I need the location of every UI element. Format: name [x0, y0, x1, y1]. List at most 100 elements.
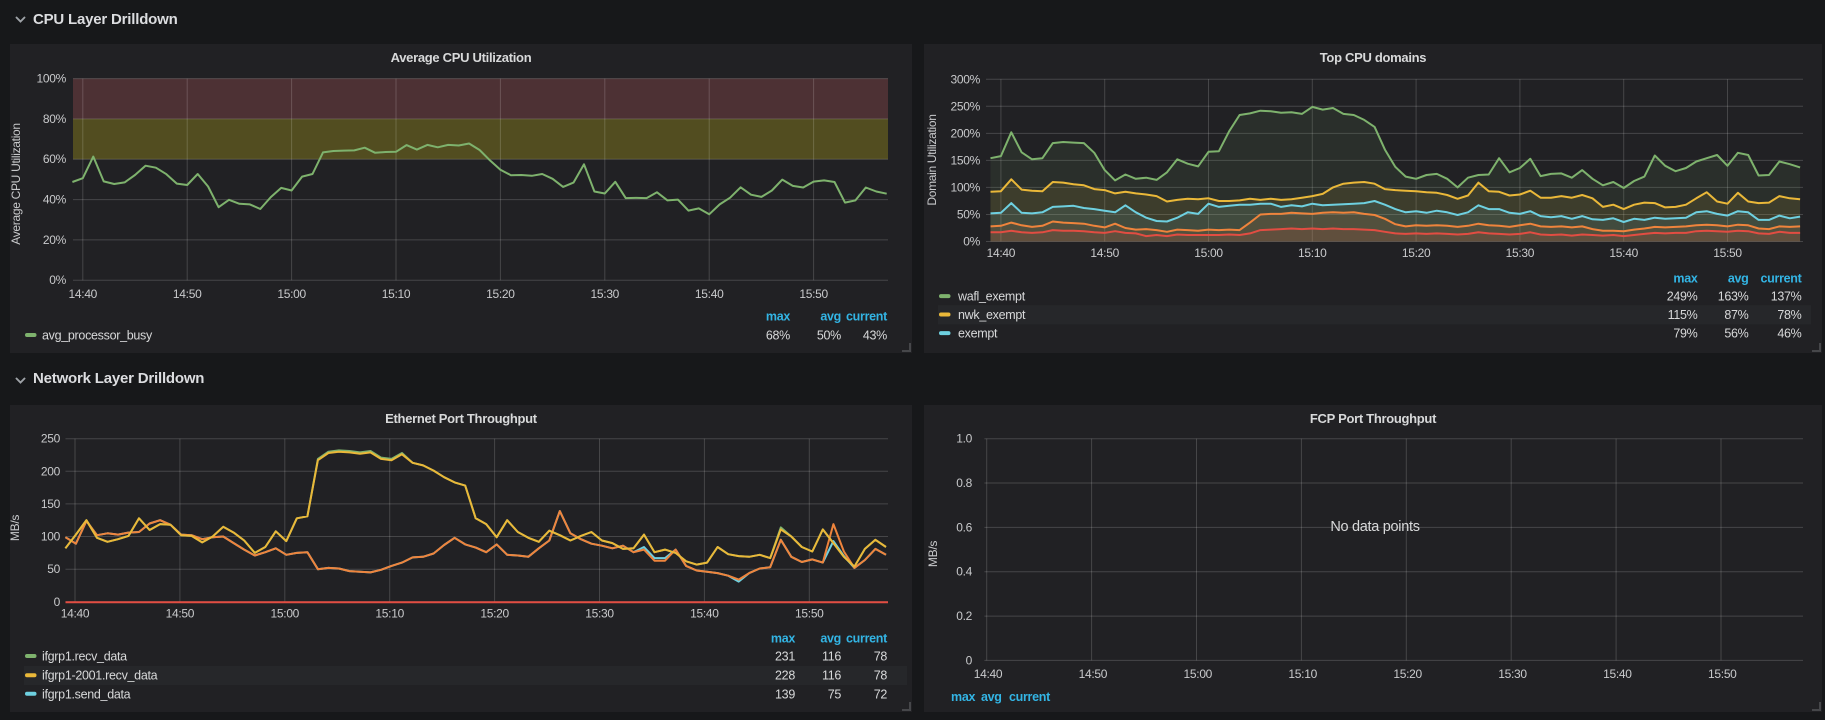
svg-text:163%: 163%	[1718, 290, 1749, 304]
svg-text:115%: 115%	[1668, 308, 1698, 322]
svg-text:75: 75	[828, 687, 842, 701]
svg-text:max: max	[766, 310, 790, 324]
svg-text:87%: 87%	[1724, 308, 1748, 322]
svg-text:200%: 200%	[951, 126, 981, 140]
svg-text:avg_processor_busy: avg_processor_busy	[42, 329, 153, 343]
svg-text:15:40: 15:40	[1603, 667, 1632, 681]
svg-text:116: 116	[822, 669, 841, 683]
svg-text:150: 150	[41, 497, 61, 511]
svg-text:avg: avg	[820, 310, 841, 324]
svg-text:15:00: 15:00	[1194, 246, 1223, 260]
svg-text:exempt: exempt	[958, 327, 998, 341]
svg-text:15:30: 15:30	[1498, 667, 1527, 681]
svg-text:250: 250	[41, 432, 61, 446]
svg-text:15:50: 15:50	[1708, 667, 1737, 681]
svg-text:No data points: No data points	[1330, 519, 1419, 535]
svg-text:139: 139	[775, 687, 795, 701]
svg-text:15:30: 15:30	[585, 607, 614, 621]
svg-text:79%: 79%	[1673, 327, 1697, 341]
svg-text:50: 50	[47, 562, 60, 576]
svg-text:228: 228	[775, 669, 795, 683]
svg-text:60%: 60%	[43, 152, 67, 166]
svg-text:max: max	[951, 690, 975, 704]
svg-text:72: 72	[874, 687, 888, 701]
svg-text:40%: 40%	[43, 193, 67, 207]
svg-text:avg: avg	[981, 690, 1002, 704]
svg-text:231: 231	[775, 650, 795, 664]
svg-text:15:10: 15:10	[382, 287, 411, 301]
svg-text:wafl_exempt: wafl_exempt	[957, 290, 1026, 304]
svg-text:15:00: 15:00	[1184, 667, 1213, 681]
svg-text:current: current	[846, 632, 888, 646]
svg-text:15:40: 15:40	[690, 607, 719, 621]
svg-text:56%: 56%	[1724, 327, 1748, 341]
svg-text:15:20: 15:20	[1393, 667, 1422, 681]
svg-text:116: 116	[822, 650, 841, 664]
svg-text:0.8: 0.8	[956, 476, 972, 490]
svg-text:0%: 0%	[49, 273, 66, 287]
svg-text:avg: avg	[820, 632, 841, 646]
svg-text:68%: 68%	[766, 329, 790, 343]
svg-text:15:30: 15:30	[1506, 246, 1535, 260]
svg-text:14:50: 14:50	[1090, 246, 1119, 260]
svg-text:15:00: 15:00	[277, 287, 306, 301]
svg-text:300%: 300%	[951, 72, 981, 86]
svg-text:80%: 80%	[43, 112, 67, 126]
svg-text:0.2: 0.2	[956, 609, 972, 623]
svg-text:43%: 43%	[863, 329, 887, 343]
svg-text:0: 0	[54, 595, 61, 609]
svg-text:15:30: 15:30	[591, 287, 620, 301]
svg-text:15:50: 15:50	[799, 287, 828, 301]
svg-text:78: 78	[874, 669, 888, 683]
svg-text:78%: 78%	[1777, 308, 1801, 322]
svg-text:100%: 100%	[951, 180, 981, 194]
svg-text:MB/s: MB/s	[926, 541, 940, 567]
svg-text:0.6: 0.6	[956, 520, 972, 534]
svg-text:ifgrp1.send_data: ifgrp1.send_data	[42, 687, 131, 701]
svg-text:current: current	[1009, 690, 1051, 704]
svg-text:ifgrp1-2001.recv_data: ifgrp1-2001.recv_data	[42, 669, 158, 683]
svg-text:150%: 150%	[951, 153, 981, 167]
svg-text:100: 100	[41, 530, 61, 544]
svg-text:0.4: 0.4	[956, 565, 972, 579]
svg-text:15:10: 15:10	[1288, 667, 1317, 681]
svg-text:15:20: 15:20	[480, 607, 509, 621]
svg-text:max: max	[1673, 272, 1697, 286]
svg-text:15:20: 15:20	[486, 287, 515, 301]
svg-text:Average CPU Utilization: Average CPU Utilization	[10, 123, 23, 245]
svg-text:max: max	[771, 632, 795, 646]
svg-text:14:50: 14:50	[1079, 667, 1108, 681]
svg-text:Domain Utilization: Domain Utilization	[925, 114, 939, 205]
svg-text:nwk_exempt: nwk_exempt	[958, 308, 1026, 322]
svg-text:15:50: 15:50	[795, 607, 824, 621]
svg-text:1.0: 1.0	[956, 432, 972, 446]
svg-text:15:40: 15:40	[695, 287, 724, 301]
svg-text:14:40: 14:40	[61, 607, 90, 621]
svg-text:14:40: 14:40	[987, 246, 1016, 260]
svg-text:50%: 50%	[957, 208, 981, 222]
svg-text:20%: 20%	[43, 233, 67, 247]
svg-text:46%: 46%	[1777, 327, 1801, 341]
svg-text:137%: 137%	[1771, 290, 1802, 304]
svg-text:MB/s: MB/s	[10, 515, 22, 541]
svg-text:250%: 250%	[951, 99, 981, 113]
svg-text:200: 200	[41, 464, 61, 478]
svg-text:14:50: 14:50	[166, 607, 195, 621]
svg-text:15:20: 15:20	[1402, 246, 1431, 260]
svg-text:0%: 0%	[963, 235, 980, 249]
svg-text:14:50: 14:50	[173, 287, 202, 301]
svg-text:0: 0	[966, 653, 973, 667]
svg-text:14:40: 14:40	[69, 287, 98, 301]
svg-text:15:10: 15:10	[375, 607, 404, 621]
svg-text:249%: 249%	[1667, 290, 1698, 304]
svg-text:78: 78	[874, 650, 888, 664]
svg-text:50%: 50%	[817, 329, 841, 343]
svg-text:100%: 100%	[37, 72, 67, 86]
svg-text:avg: avg	[1728, 272, 1749, 286]
svg-text:15:00: 15:00	[271, 607, 300, 621]
svg-text:current: current	[1761, 272, 1803, 286]
svg-text:14:40: 14:40	[974, 667, 1003, 681]
svg-text:15:10: 15:10	[1298, 246, 1327, 260]
svg-text:current: current	[846, 310, 888, 324]
svg-text:ifgrp1.recv_data: ifgrp1.recv_data	[42, 650, 127, 664]
